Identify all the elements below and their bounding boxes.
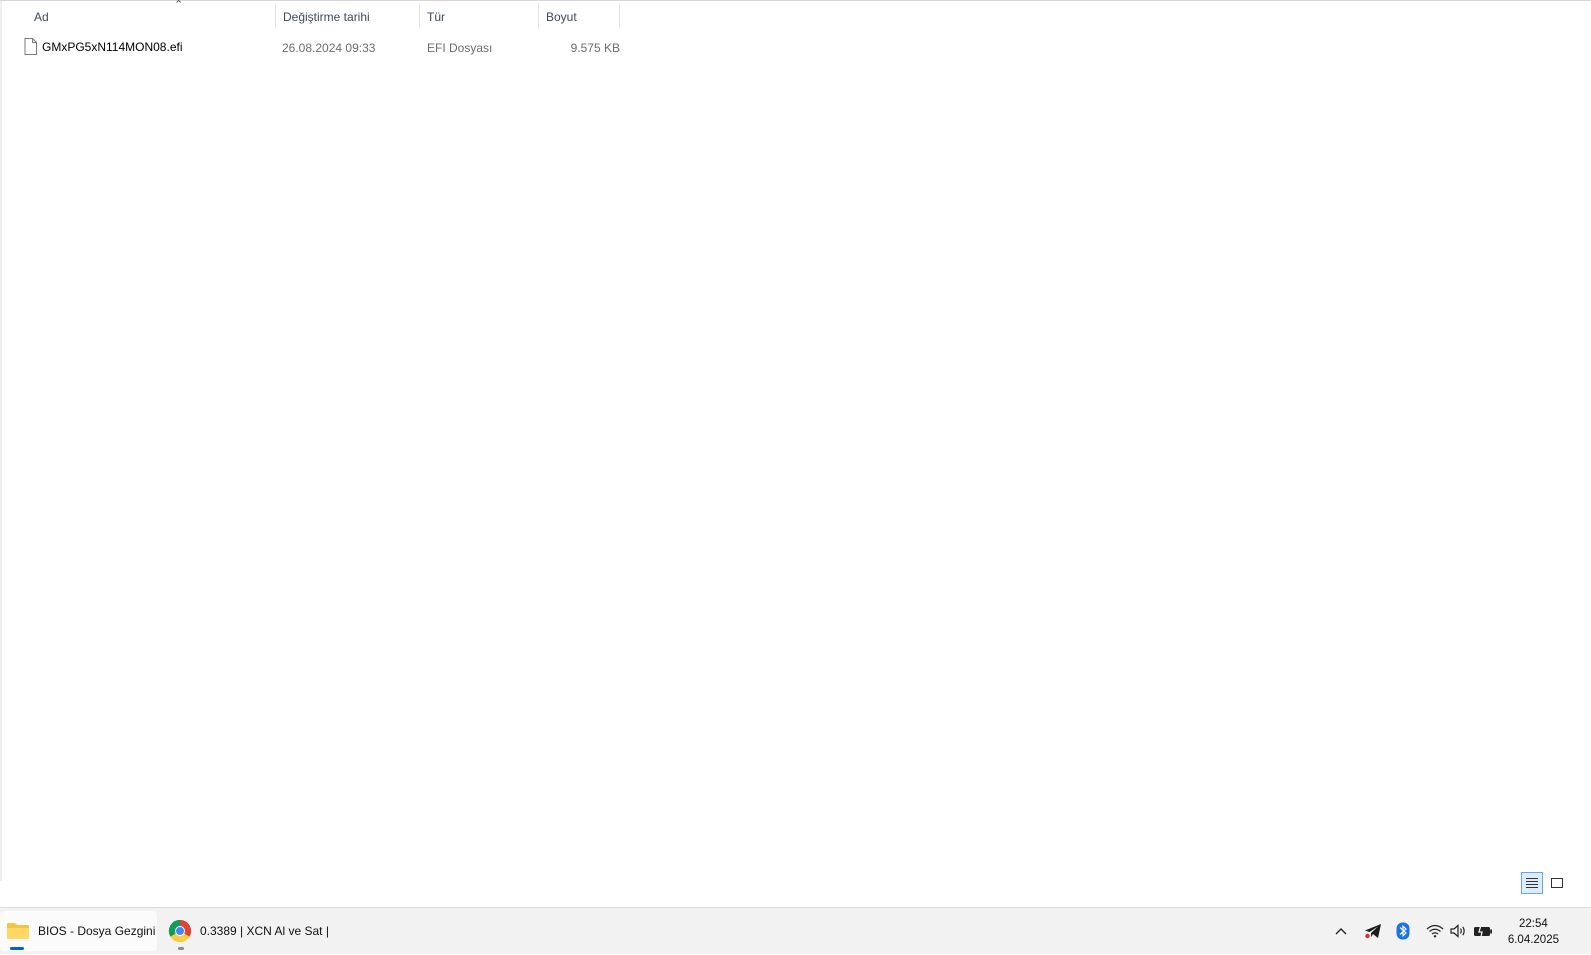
- chrome-icon: [168, 920, 192, 943]
- show-hidden-icons-button[interactable]: [1331, 921, 1351, 941]
- bluetooth-icon: [1396, 922, 1410, 940]
- volume-icon: [1450, 924, 1465, 938]
- column-header-name[interactable]: Ad ⌃: [27, 0, 276, 29]
- column-header-size[interactable]: Boyut: [539, 3, 620, 29]
- file-explorer-window: Ad ⌃ Değiştirme tarihi Tür Boyut GMxPG5x…: [0, 0, 1591, 907]
- bluetooth-tray-button[interactable]: [1393, 921, 1413, 941]
- details-view-button[interactable]: [1521, 872, 1543, 894]
- column-header-row: Ad ⌃ Değiştirme tarihi Tür Boyut: [0, 0, 620, 29]
- file-row[interactable]: GMxPG5xN114MON08.efi 26.08.2024 09:33 EF…: [20, 35, 620, 59]
- volume-tray-button[interactable]: [1449, 921, 1469, 941]
- clock-date: 6.04.2025: [1507, 934, 1559, 946]
- large-icons-view-button[interactable]: [1546, 872, 1568, 894]
- column-header-type[interactable]: Tür: [420, 3, 539, 29]
- battery-tray-button[interactable]: [1473, 921, 1493, 941]
- column-header-size-label: Boyut: [546, 10, 577, 24]
- column-header-date-label: Değiştirme tarihi: [283, 10, 370, 24]
- telegram-icon: [1365, 924, 1381, 939]
- taskbar-app-chrome[interactable]: 0.3389 | XCN Al ve Sat |: [168, 911, 348, 951]
- file-type: EFI Dosyası: [427, 41, 493, 55]
- taskbar: BIOS - Dosya Gezgini 0.3389 | XCN Al ve …: [0, 907, 1591, 954]
- column-header-type-label: Tür: [427, 10, 445, 24]
- active-window-indicator: [10, 947, 24, 950]
- taskbar-app-label: 0.3389 | XCN Al ve Sat |: [200, 924, 329, 938]
- folder-icon: [7, 923, 29, 939]
- wifi-icon: [1426, 924, 1444, 938]
- battery-icon: [1474, 924, 1492, 938]
- running-window-indicator: [178, 947, 184, 950]
- file-size: 9.575 KB: [570, 41, 620, 55]
- system-tray: 22:54 6.04.2025: [1331, 908, 1591, 955]
- sort-ascending-icon: ⌃: [174, 0, 184, 11]
- file-name: GMxPG5xN114MON08.efi: [42, 40, 183, 54]
- taskbar-app-label: BIOS - Dosya Gezgini: [38, 924, 156, 938]
- network-tray-button[interactable]: [1425, 921, 1445, 941]
- navigation-pane-edge: [0, 1, 2, 881]
- telegram-tray-button[interactable]: [1363, 921, 1383, 941]
- column-header-name-label: Ad: [34, 10, 49, 24]
- taskbar-clock[interactable]: 22:54 6.04.2025: [1508, 916, 1559, 948]
- large-icons-view-icon: [1551, 878, 1563, 888]
- view-switcher: [1521, 872, 1571, 896]
- taskbar-app-file-explorer[interactable]: BIOS - Dosya Gezgini: [0, 911, 157, 951]
- chevron-up-icon: [1335, 928, 1347, 935]
- file-icon: [24, 38, 37, 55]
- clock-time: 22:54: [1519, 918, 1548, 930]
- file-date-modified: 26.08.2024 09:33: [282, 41, 376, 55]
- details-view-icon: [1526, 878, 1538, 888]
- column-header-date[interactable]: Değiştirme tarihi: [276, 3, 420, 29]
